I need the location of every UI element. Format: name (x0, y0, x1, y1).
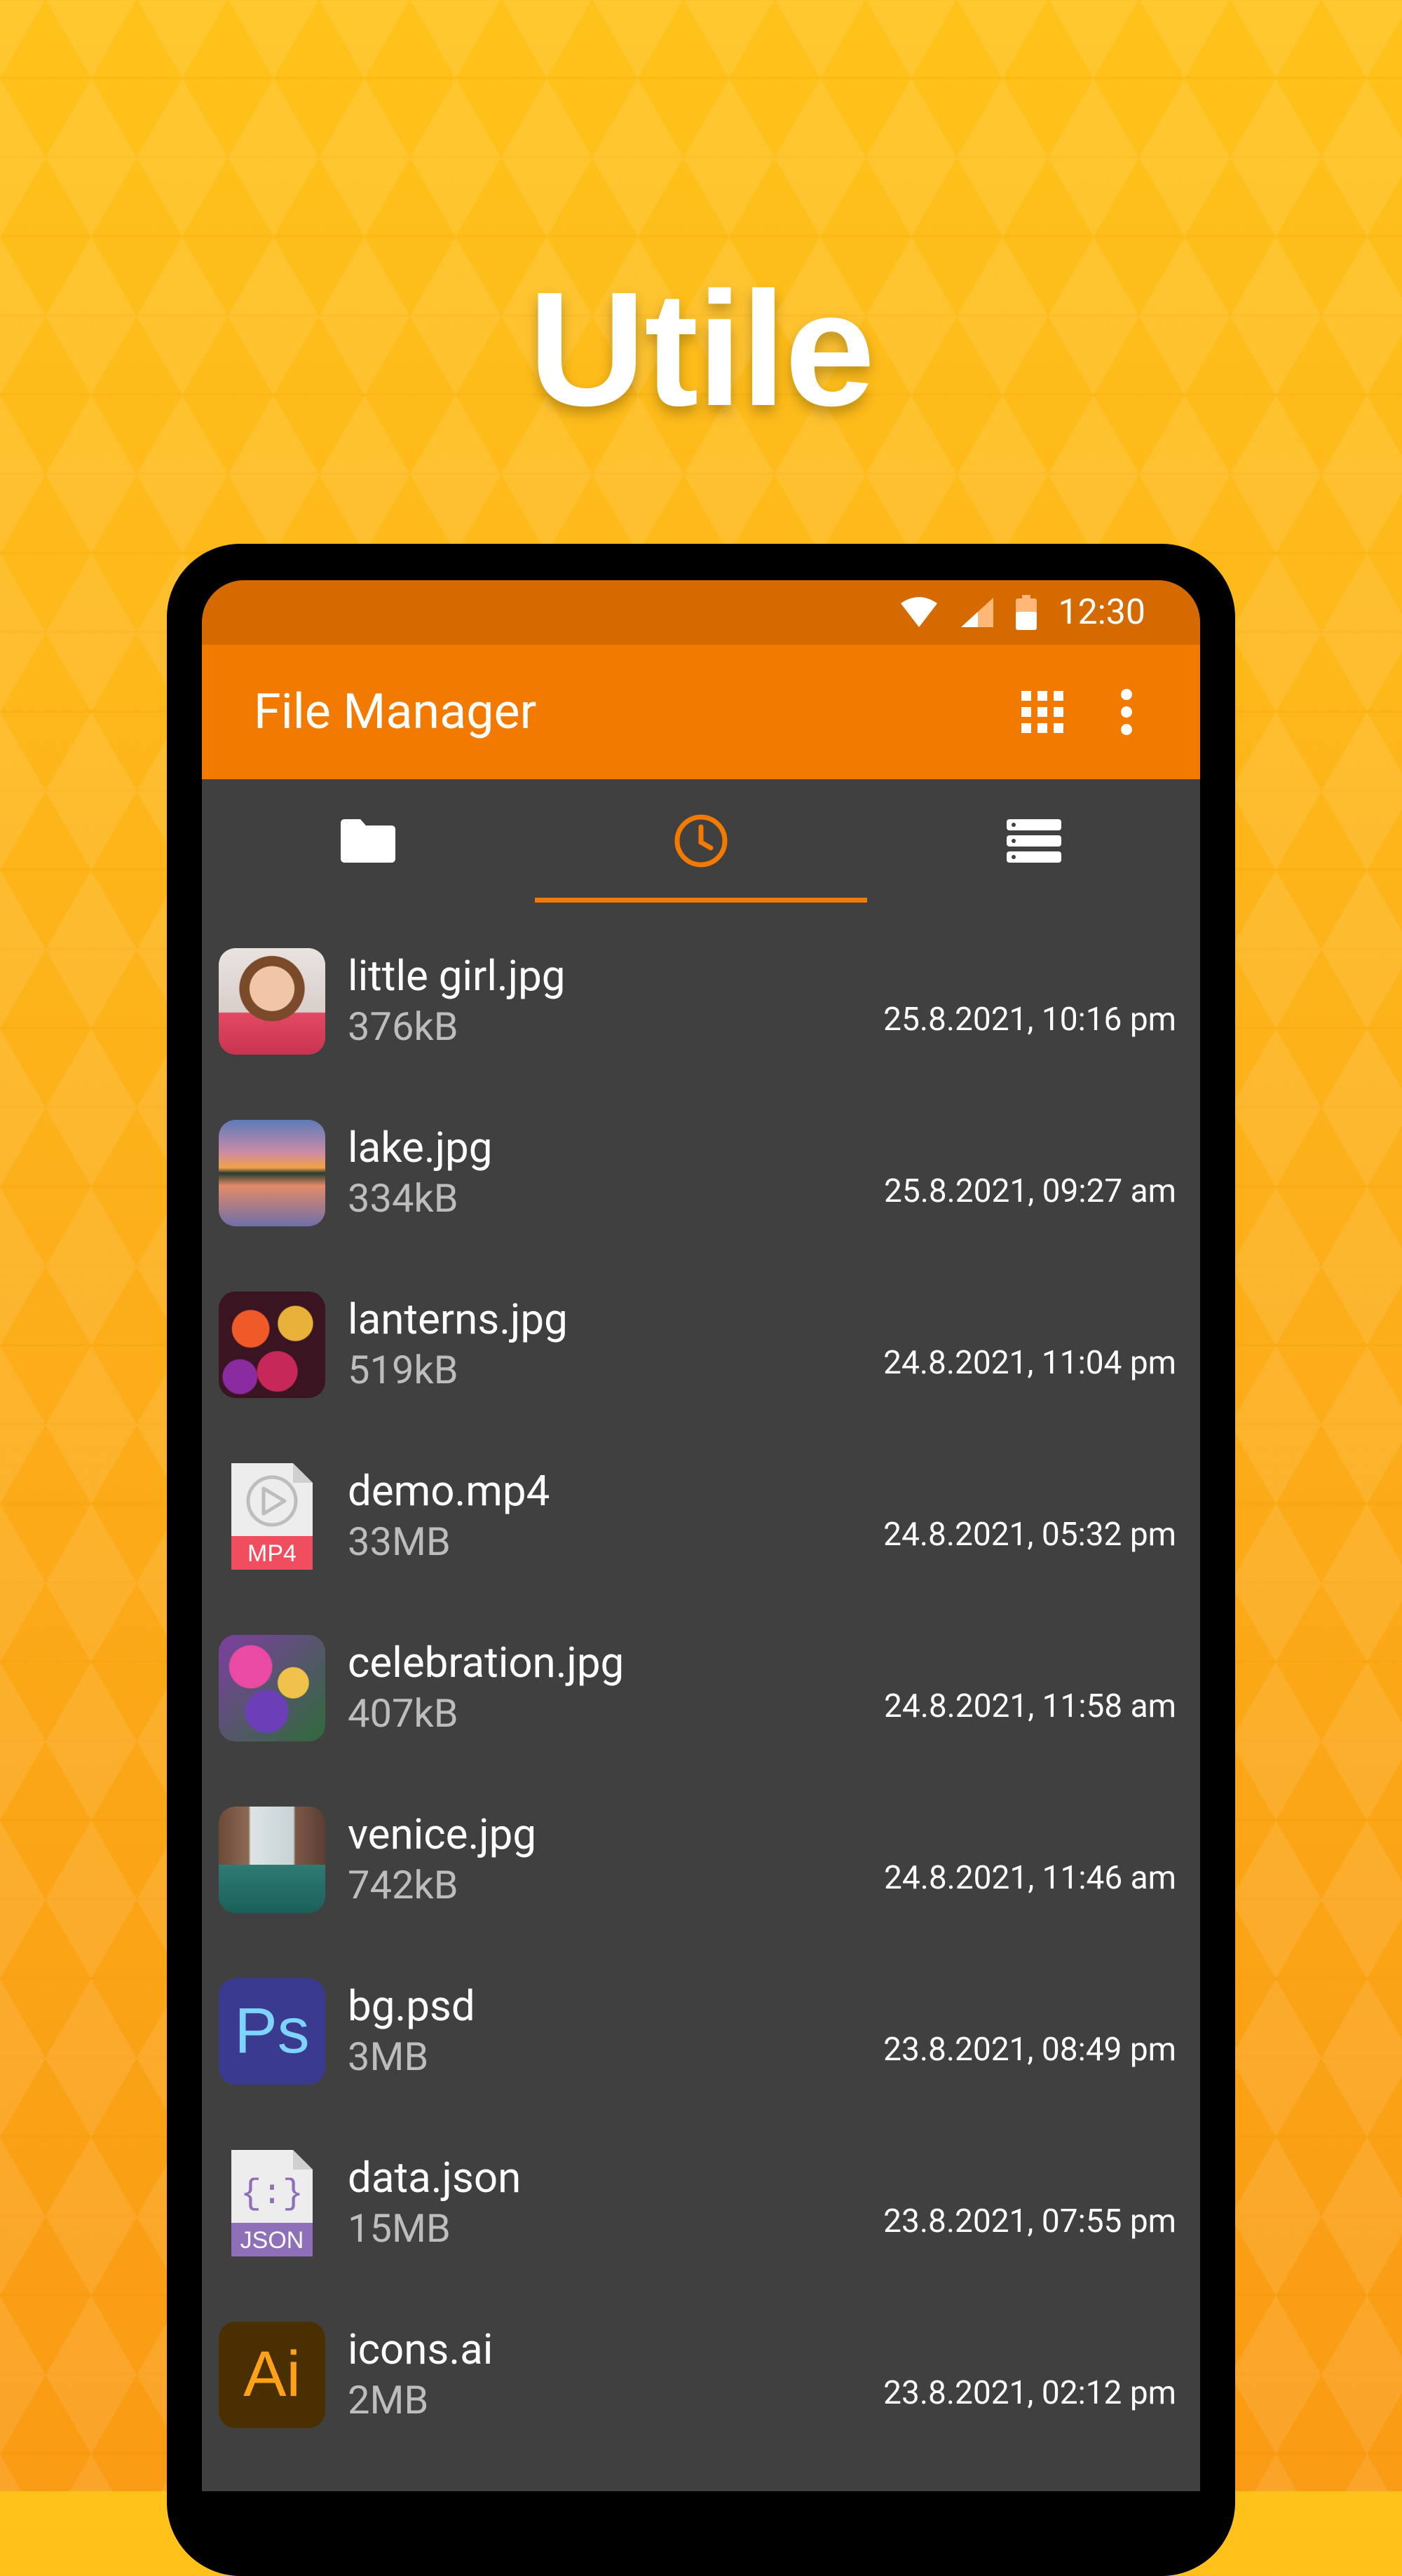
file-date: 24.8.2021, 11:04 pm (883, 1344, 1176, 1382)
cellular-signal-icon (960, 596, 995, 629)
overflow-menu-button[interactable] (1095, 680, 1158, 744)
app-bar: File Manager (202, 645, 1200, 779)
status-bar: 12:30 (202, 580, 1200, 645)
wifi-icon (899, 596, 939, 629)
file-name: bg.psd (348, 1980, 475, 2031)
tab-bar (202, 779, 1200, 903)
grid-view-button[interactable] (1011, 680, 1074, 744)
file-name: lanterns.jpg (348, 1294, 568, 1344)
file-list: little girl.jpg 376kB 25.8.2021, 10:16 p… (202, 903, 1200, 2460)
file-name: data.json (348, 2152, 522, 2202)
svg-text:MP4: MP4 (247, 1540, 297, 1567)
mp4-file-icon: MP4 (219, 1462, 325, 1570)
app-screen: 12:30 File Manager little girl.jpg 376kB… (202, 580, 1200, 2491)
tab-recents[interactable] (534, 779, 868, 903)
clock-icon (674, 814, 728, 868)
tab-folders[interactable] (202, 779, 535, 903)
list-item[interactable]: lake.jpg 334kB 25.8.2021, 09:27 am (202, 1087, 1200, 1259)
file-date: 25.8.2021, 10:16 pm (883, 1001, 1176, 1039)
file-date: 24.8.2021, 05:32 pm (883, 1516, 1176, 1554)
svg-text:JSON: JSON (240, 2227, 304, 2254)
status-time: 12:30 (1058, 592, 1145, 633)
thumbnail-photo-lake (219, 1119, 325, 1226)
list-item[interactable]: MP4 demo.mp4 33MB 24.8.2021, 05:32 pm (202, 1430, 1200, 1602)
list-item[interactable]: venice.jpg 742kB 24.8.2021, 11:46 am (202, 1774, 1200, 1945)
file-name: little girl.jpg (348, 950, 566, 1001)
svg-text:Ai: Ai (243, 2338, 301, 2410)
app-title: File Manager (254, 683, 537, 741)
illustrator-icon: Ai (219, 2321, 325, 2428)
file-date: 23.8.2021, 07:55 pm (883, 2202, 1176, 2240)
list-item[interactable]: little girl.jpg 376kB 25.8.2021, 10:16 p… (202, 915, 1200, 1087)
list-item[interactable]: Ps bg.psd 3MB 23.8.2021, 08:49 pm (202, 1945, 1200, 2117)
grid-icon (1021, 691, 1063, 733)
thumbnail-photo-girl (219, 947, 325, 1055)
photoshop-icon: Ps (219, 1978, 325, 2085)
thumbnail-photo-lanterns (219, 1291, 325, 1398)
list-item[interactable]: lanterns.jpg 519kB 24.8.2021, 11:04 pm (202, 1259, 1200, 1430)
list-item[interactable]: {:} JSON data.json 15MB 23.8.2021, 07:55… (202, 2117, 1200, 2289)
file-name: celebration.jpg (348, 1637, 625, 1687)
list-item[interactable]: Ai icons.ai 2MB 23.8.2021, 02:12 pm (202, 2289, 1200, 2460)
thumbnail-photo-venice (219, 1806, 325, 1913)
list-item[interactable]: celebration.jpg 407kB 24.8.2021, 11:58 a… (202, 1602, 1200, 1774)
file-date: 24.8.2021, 11:58 am (883, 1687, 1176, 1725)
file-name: icons.ai (348, 2324, 494, 2374)
headline: Utile (528, 259, 876, 440)
svg-text:{:}: {:} (240, 2174, 304, 2214)
folder-icon (341, 819, 396, 863)
file-name: venice.jpg (348, 1809, 537, 1859)
more-vert-icon (1121, 689, 1132, 735)
json-file-icon: {:} JSON (219, 2149, 325, 2256)
file-date: 25.8.2021, 09:27 am (883, 1172, 1176, 1210)
battery-icon (1016, 595, 1037, 630)
file-name: lake.jpg (348, 1122, 493, 1172)
file-date: 23.8.2021, 02:12 pm (883, 2374, 1176, 2412)
svg-text:Ps: Ps (234, 1995, 309, 2067)
storage-icon (1006, 819, 1061, 863)
thumbnail-photo-celebration (219, 1634, 325, 1741)
file-date: 24.8.2021, 11:46 am (883, 1859, 1176, 1897)
tab-storage[interactable] (867, 779, 1200, 903)
file-date: 23.8.2021, 08:49 pm (883, 2031, 1176, 2069)
file-name: demo.mp4 (348, 1465, 550, 1516)
